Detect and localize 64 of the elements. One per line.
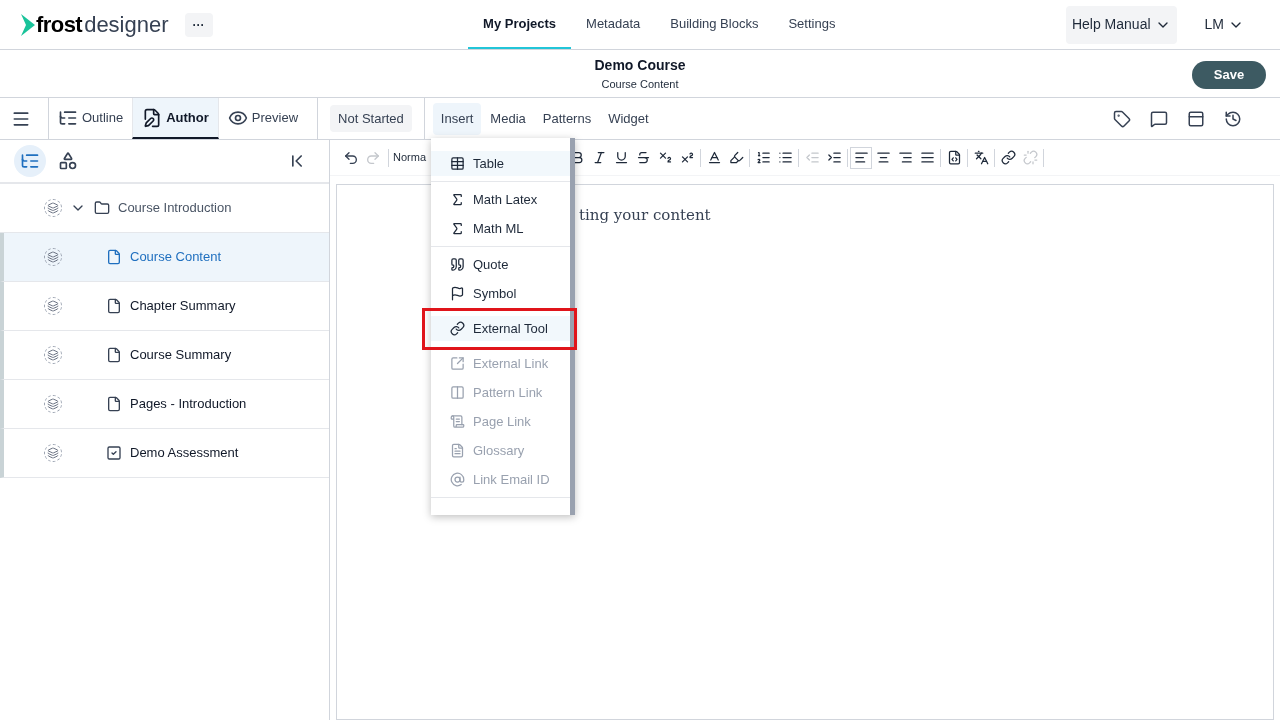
page-icon	[106, 347, 122, 363]
folder-icon	[94, 200, 110, 216]
page-icon	[106, 249, 122, 265]
external-link-icon	[450, 356, 465, 371]
tree-label: Chapter Summary	[130, 297, 236, 316]
quote-icon	[450, 257, 465, 272]
page-icon	[450, 414, 465, 429]
mode-tab[interactable]: Outline	[49, 98, 133, 139]
shapes-icon	[58, 151, 78, 171]
insert-tab[interactable]: Insert	[432, 102, 482, 135]
menu-item[interactable]: External Tool	[431, 316, 570, 341]
insert-tab[interactable]: Patterns	[534, 102, 600, 135]
pen-document-icon	[142, 107, 163, 128]
menu-item[interactable]: Math ML	[431, 216, 570, 241]
nav-tab[interactable]: Building Blocks	[655, 0, 774, 49]
insert-tab[interactable]: Media	[482, 102, 534, 135]
tree-item[interactable]: Pages - Introduction	[0, 380, 329, 429]
tree-label: Course Introduction	[118, 199, 232, 218]
menu-item[interactable]: Math Latex	[431, 187, 570, 212]
view-toggle[interactable]	[14, 145, 46, 177]
page-icon	[106, 396, 122, 412]
mode-tab[interactable]: Author	[132, 98, 219, 139]
more-button[interactable]: ···	[184, 12, 213, 37]
comment-icon[interactable]	[1150, 109, 1168, 128]
document-icon	[450, 443, 465, 458]
columns-icon	[450, 385, 465, 400]
table-icon	[450, 156, 465, 171]
course-title: Demo Course	[594, 55, 686, 75]
nav-tab[interactable]: Metadata	[571, 0, 656, 49]
tree-item[interactable]: Course Summary	[0, 331, 329, 380]
tree-label: Course Content	[130, 248, 222, 267]
logo[interactable]: frostdesigner	[20, 8, 169, 41]
nav-tab[interactable]: Settings	[773, 0, 851, 49]
flag-icon	[450, 286, 465, 301]
sigma-icon	[450, 221, 465, 236]
help-manual-dropdown[interactable]: Help Manual	[1065, 5, 1177, 44]
nav-tab[interactable]: My Projects	[468, 0, 572, 49]
user-menu[interactable]: LM	[1204, 14, 1244, 35]
menu-item[interactable]: Symbol	[431, 281, 570, 306]
panel-icon[interactable]	[1187, 109, 1205, 128]
page-subtitle: Course Content	[601, 76, 679, 92]
editor-text: ting your content	[579, 206, 711, 224]
tree-item[interactable]: Demo Assessment	[0, 429, 329, 478]
save-button[interactable]: Save	[1192, 61, 1266, 89]
paragraph-style-select[interactable]: Norma	[393, 149, 426, 166]
link-icon	[450, 321, 465, 336]
mode-tab[interactable]: Preview	[218, 98, 308, 139]
logo-chevron-icon	[20, 12, 36, 37]
status-badge: Not Started	[330, 104, 412, 133]
checkbox-page-icon	[106, 445, 122, 461]
history-icon[interactable]	[1224, 109, 1242, 128]
menu-item[interactable]: Quote	[431, 252, 570, 277]
tag-icon[interactable]	[1113, 109, 1131, 128]
tree-label: Pages - Introduction	[130, 395, 247, 414]
tree-icon	[20, 151, 40, 171]
menu-item[interactable]: Table	[431, 151, 570, 176]
at-sign-icon	[450, 472, 465, 487]
insert-tab[interactable]: Widget	[600, 102, 657, 135]
sigma-icon	[450, 192, 465, 207]
tree-item[interactable]: Chapter Summary	[0, 282, 329, 331]
page-icon	[106, 298, 122, 314]
tree-item[interactable]: Course Content	[0, 233, 329, 282]
tree-label: Course Summary	[130, 346, 232, 365]
tree-label: Demo Assessment	[130, 444, 239, 463]
